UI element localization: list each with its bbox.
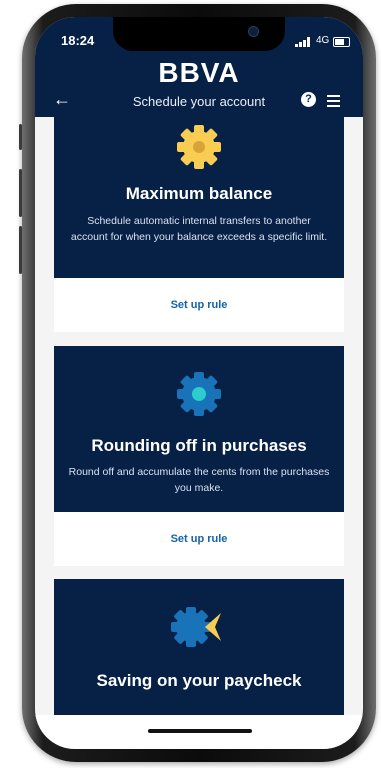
notch (113, 17, 285, 51)
gold-gear-icon (177, 125, 221, 169)
card-title: Saving on your paycheck (96, 671, 302, 690)
rules-list[interactable]: Maximum balance Schedule automatic inter… (35, 117, 363, 749)
set-up-rule-button[interactable]: Set up rule (54, 512, 344, 566)
phone-frame: 18:24 4G BBVA ← Schedule your account ? (19, 4, 376, 762)
menu-icon[interactable] (327, 95, 340, 110)
set-up-rule-button[interactable]: Set up rule (54, 278, 344, 332)
home-indicator-area (35, 715, 363, 749)
signal-icon (295, 37, 313, 47)
paycheck-gear-icon (171, 607, 221, 647)
blue-gear-icon (177, 372, 221, 416)
card-rounding-off: Rounding off in purchases Round off and … (54, 346, 344, 566)
volume-up-button (19, 169, 22, 217)
home-indicator[interactable] (148, 729, 252, 733)
card-maximum-balance: Maximum balance Schedule automatic inter… (54, 117, 344, 332)
volume-down-button (19, 226, 22, 274)
card-title: Maximum balance (125, 184, 273, 203)
card-description: Schedule automatic internal transfers to… (70, 215, 328, 243)
camera-icon (248, 26, 259, 37)
app-header: BBVA ← Schedule your account ? (35, 57, 363, 117)
card-description: Round off and accumulate the cents from … (68, 466, 330, 494)
status-bar: 18:24 4G (35, 17, 363, 61)
battery-icon (333, 37, 350, 47)
phone-screen: 18:24 4G BBVA ← Schedule your account ? (35, 17, 363, 749)
status-time: 18:24 (61, 33, 95, 48)
silent-switch (19, 124, 22, 150)
card-title: Rounding off in purchases (91, 436, 307, 455)
bbva-logo: BBVA (158, 57, 240, 88)
network-label: 4G (316, 35, 330, 46)
help-icon[interactable]: ? (301, 92, 316, 107)
